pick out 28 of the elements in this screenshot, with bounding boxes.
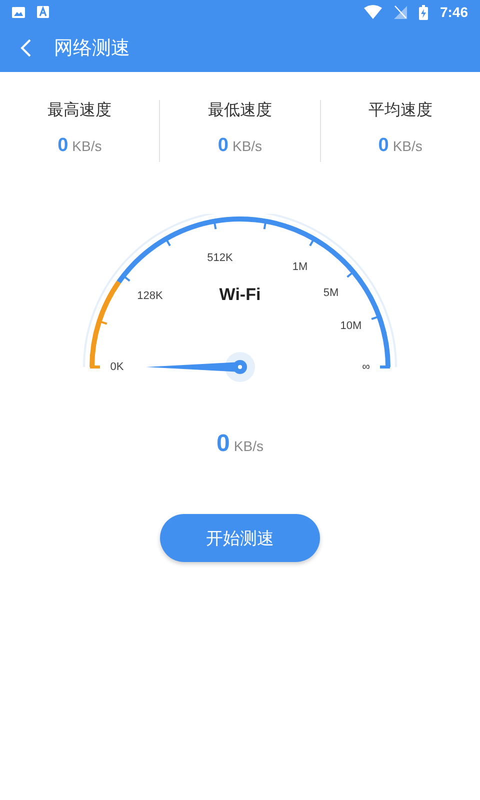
image-icon — [12, 6, 25, 18]
page-title: 网络测速 — [54, 36, 130, 61]
current-speed: 0 — [216, 430, 230, 458]
back-button[interactable] — [20, 38, 32, 58]
font-icon — [37, 6, 49, 18]
stat-value: 0 — [378, 135, 389, 157]
scale-label: 512K — [207, 252, 233, 264]
stat-label: 平均速度 — [368, 100, 432, 121]
scale-label: 1M — [292, 261, 308, 273]
network-type: Wi-Fi — [219, 285, 261, 304]
start-test-button[interactable]: 开始测速 — [160, 514, 320, 562]
scale-label: 5M — [323, 287, 339, 299]
scale-label: 0K — [110, 361, 124, 373]
wifi-icon — [364, 5, 382, 19]
scale-label: ∞ — [362, 361, 370, 373]
clock-time: 7:46 — [440, 4, 468, 20]
speed-unit: KB/s — [234, 438, 264, 454]
no-sim-icon — [394, 5, 407, 19]
stat-value: 0 — [218, 135, 228, 157]
stat-label: 最低速度 — [208, 100, 272, 121]
stat-value: 0 — [58, 135, 68, 157]
stat-unit: KB/s — [72, 138, 102, 154]
stat-unit: KB/s — [232, 138, 262, 154]
battery-charging-icon — [418, 4, 428, 20]
stat-unit: KB/s — [392, 138, 422, 154]
stat-label: 最高速度 — [48, 100, 112, 121]
scale-label: 10M — [340, 320, 362, 332]
scale-label: 128K — [137, 290, 163, 302]
